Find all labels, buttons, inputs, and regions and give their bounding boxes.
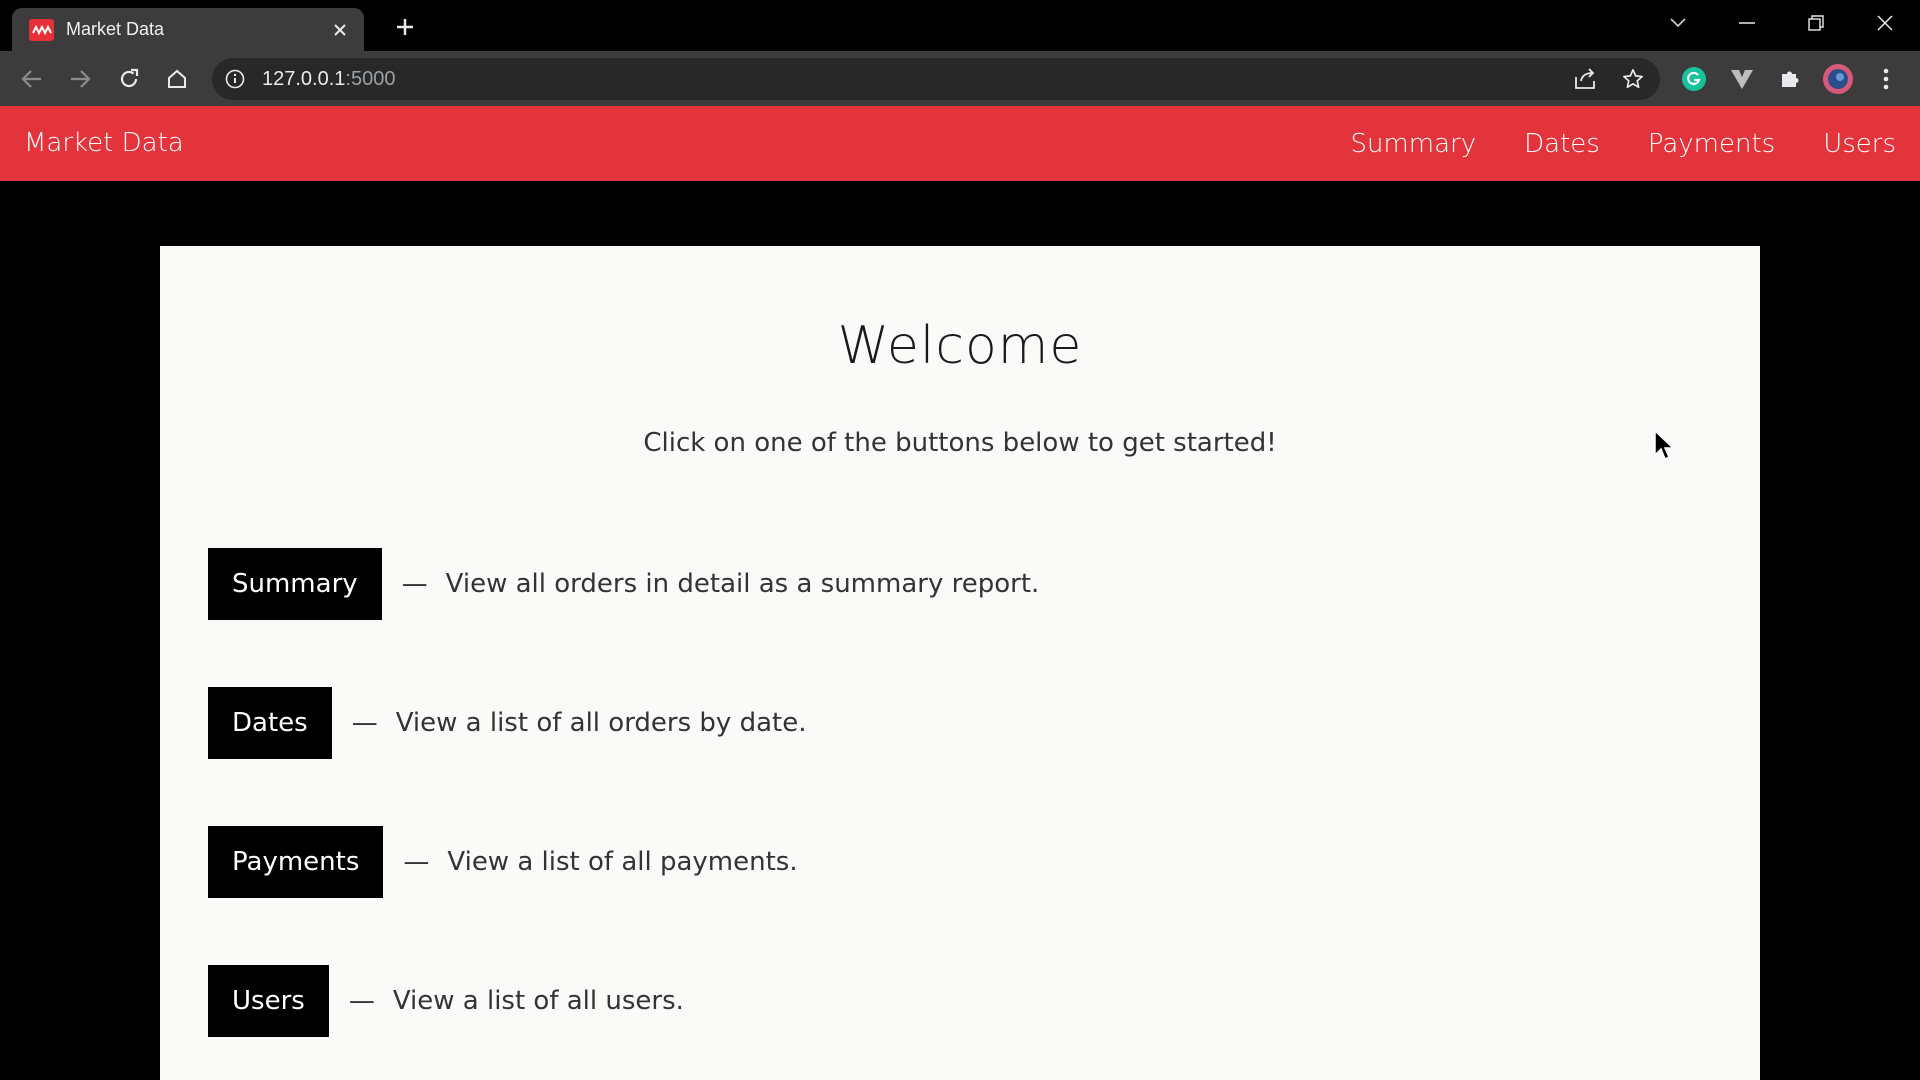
minimize-icon[interactable] <box>1727 8 1767 38</box>
users-button[interactable]: Users <box>208 965 329 1037</box>
summary-button[interactable]: Summary <box>208 548 382 620</box>
dash-separator: — <box>403 847 430 877</box>
home-icon[interactable] <box>161 63 193 95</box>
forward-arrow-icon[interactable] <box>64 63 96 95</box>
browser-tab-bar: Market Data <box>0 0 1920 51</box>
nav-link-summary[interactable]: Summary <box>1350 129 1476 159</box>
payments-description: View a list of all payments. <box>447 847 798 877</box>
back-arrow-icon[interactable] <box>16 63 48 95</box>
dash-separator: — <box>401 569 428 599</box>
summary-description: View all orders in detail as a summary r… <box>445 569 1040 599</box>
chevron-down-icon[interactable] <box>1658 8 1698 38</box>
dash-separator: — <box>351 708 378 738</box>
action-row-dates: Dates — View a list of all orders by dat… <box>208 687 806 759</box>
close-icon[interactable] <box>1865 8 1905 38</box>
action-row-payments: Payments — View a list of all payments. <box>208 826 798 898</box>
users-description: View a list of all users. <box>392 986 684 1016</box>
payments-button[interactable]: Payments <box>208 826 384 898</box>
brand-link[interactable]: Market Data <box>24 106 184 181</box>
address-bar[interactable]: 127.0.0.1:5000 <box>212 58 1660 100</box>
dates-button[interactable]: Dates <box>208 687 332 759</box>
action-row-users: Users — View a list of all users. <box>208 965 684 1037</box>
reload-icon[interactable] <box>113 63 145 95</box>
dash-separator: — <box>348 986 375 1016</box>
restore-icon[interactable] <box>1796 8 1836 38</box>
share-icon[interactable] <box>1572 66 1598 92</box>
main-card: Welcome Click on one of the buttons belo… <box>160 246 1760 1080</box>
grammarly-icon[interactable] <box>1678 63 1710 95</box>
page-subtitle: Click on one of the buttons below to get… <box>643 428 1277 458</box>
browser-tab[interactable]: Market Data <box>12 8 364 51</box>
vuetify-icon[interactable] <box>1726 63 1758 95</box>
address-url[interactable]: 127.0.0.1:5000 <box>262 68 395 91</box>
close-icon[interactable] <box>330 20 350 40</box>
star-icon[interactable] <box>1620 66 1646 92</box>
action-row-summary: Summary — View all orders in detail as a… <box>208 548 1039 620</box>
page-title: Welcome <box>837 316 1083 376</box>
market-logo-icon <box>29 18 54 41</box>
kebab-menu-icon[interactable] <box>1870 63 1902 95</box>
nav-links: Summary Dates Payments Users <box>1302 106 1896 181</box>
url-host: 127.0.0.1 <box>262 68 346 90</box>
mouse-cursor-icon <box>1654 429 1676 462</box>
site-navbar: Market Data Summary Dates Payments Users <box>0 106 1920 181</box>
tab-title: Market Data <box>66 19 165 39</box>
profile-avatar[interactable] <box>1822 63 1854 95</box>
dates-description: View a list of all orders by date. <box>395 708 807 738</box>
puzzle-icon[interactable] <box>1774 63 1806 95</box>
nav-link-dates[interactable]: Dates <box>1524 129 1600 159</box>
nav-link-users[interactable]: Users <box>1823 129 1896 159</box>
nav-link-payments[interactable]: Payments <box>1648 129 1775 159</box>
browser-toolbar: 127.0.0.1:5000 <box>0 51 1920 106</box>
info-icon[interactable] <box>224 68 246 90</box>
plus-icon[interactable] <box>390 12 420 42</box>
url-port: :5000 <box>345 68 396 90</box>
